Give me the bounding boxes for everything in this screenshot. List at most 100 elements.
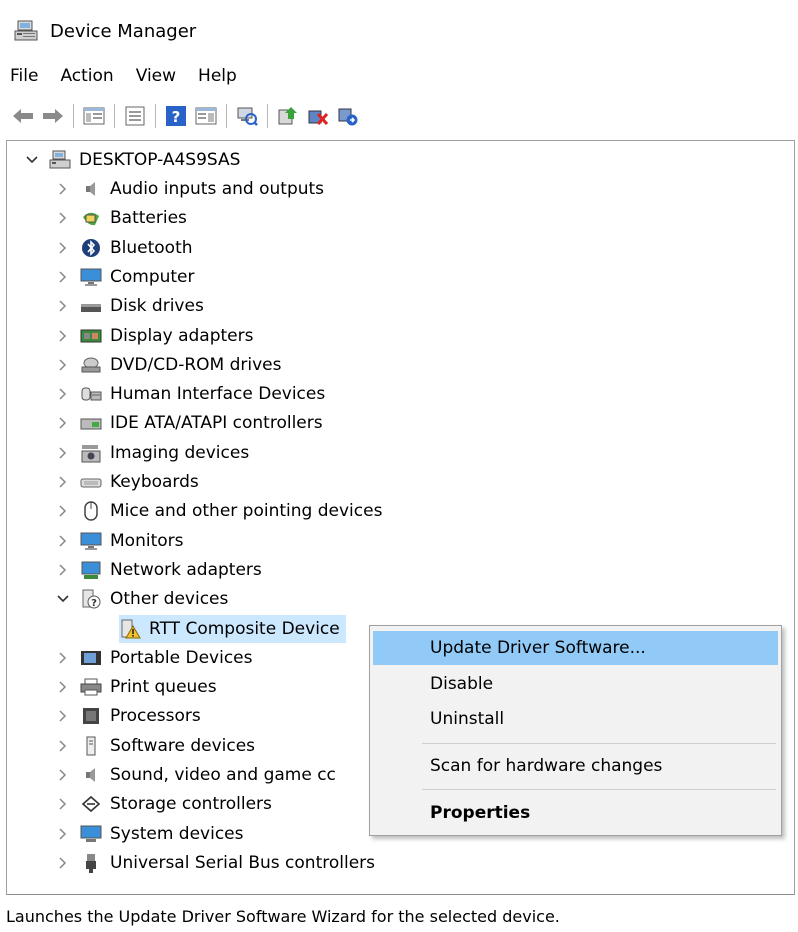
toolbar-separator xyxy=(267,104,268,128)
tree-item-label: Bluetooth xyxy=(110,238,193,258)
status-bar: Launches the Update Driver Software Wiza… xyxy=(0,900,798,932)
chevron-right-icon[interactable] xyxy=(56,680,70,694)
storage-controller-icon xyxy=(80,793,102,815)
chevron-right-icon[interactable] xyxy=(56,534,70,548)
menu-help[interactable]: Help xyxy=(198,66,237,86)
tree-category-item[interactable]: Audio inputs and outputs xyxy=(56,175,324,203)
chevron-right-icon[interactable] xyxy=(56,211,70,225)
context-item-uninstall[interactable]: Uninstall xyxy=(373,702,778,736)
context-item-properties[interactable]: Properties xyxy=(373,796,778,830)
context-item-update-driver[interactable]: Update Driver Software... xyxy=(373,631,778,665)
computer-root-icon xyxy=(49,149,71,171)
display-adapter-icon xyxy=(80,325,102,347)
tree-category-item[interactable]: Network adapters xyxy=(56,556,262,584)
chevron-right-icon[interactable] xyxy=(56,651,70,665)
chevron-right-icon[interactable] xyxy=(56,709,70,723)
forward-arrow-icon[interactable] xyxy=(40,103,66,129)
chevron-right-icon[interactable] xyxy=(56,329,70,343)
chevron-down-icon[interactable] xyxy=(25,153,39,167)
tree-category-item[interactable]: Print queues xyxy=(56,673,217,701)
tree-category-item[interactable]: Bluetooth xyxy=(56,234,193,262)
menu-file[interactable]: File xyxy=(10,66,38,86)
tree-item-label: System devices xyxy=(110,824,244,844)
tree-category-item[interactable]: ? Other devices xyxy=(56,585,228,613)
tree-item-label: Display adapters xyxy=(110,326,254,346)
tree-root[interactable]: DESKTOP-A4S9SAS xyxy=(25,146,240,174)
uninstall-device-icon[interactable] xyxy=(335,103,361,129)
chevron-right-icon[interactable] xyxy=(56,416,70,430)
menu-view[interactable]: View xyxy=(136,66,176,86)
show-hide-console-tree-icon[interactable] xyxy=(81,103,107,129)
speaker-icon xyxy=(80,764,102,786)
tree-item-label: Portable Devices xyxy=(110,648,253,668)
update-driver-icon[interactable] xyxy=(275,103,301,129)
speaker-icon xyxy=(80,178,102,200)
tree-category-item[interactable]: Sound, video and game cc xyxy=(56,761,336,789)
chevron-right-icon[interactable] xyxy=(56,241,70,255)
menu-action[interactable]: Action xyxy=(60,66,113,86)
tree-category-item[interactable]: Disk drives xyxy=(56,292,204,320)
context-item-scan-hardware[interactable]: Scan for hardware changes xyxy=(373,749,778,783)
bluetooth-icon xyxy=(80,237,102,259)
tree-category-item[interactable]: Portable Devices xyxy=(56,644,253,672)
tree-category-item[interactable]: Mice and other pointing devices xyxy=(56,497,382,525)
disable-device-icon[interactable] xyxy=(305,103,331,129)
tree-item-label: Imaging devices xyxy=(110,443,250,463)
scan-hardware-icon[interactable] xyxy=(234,103,260,129)
portable-device-icon xyxy=(80,647,102,669)
menu-bar: File Action View Help xyxy=(0,62,798,90)
chevron-right-icon[interactable] xyxy=(56,387,70,401)
tree-item-label: Disk drives xyxy=(110,296,204,316)
tree-item-label: DVD/CD-ROM drives xyxy=(110,355,282,375)
chevron-right-icon[interactable] xyxy=(56,797,70,811)
chevron-down-icon[interactable] xyxy=(56,592,70,606)
back-arrow-icon[interactable] xyxy=(10,103,36,129)
usb-icon xyxy=(80,852,102,874)
tree-category-item[interactable]: Computer xyxy=(56,263,195,291)
tree-category-item[interactable]: Software devices xyxy=(56,732,255,760)
disk-drive-icon xyxy=(80,295,102,317)
tree-category-item[interactable]: Universal Serial Bus controllers xyxy=(56,849,375,877)
chevron-right-icon[interactable] xyxy=(56,358,70,372)
properties-sheet-icon[interactable] xyxy=(122,103,148,129)
action-pane-icon[interactable] xyxy=(193,103,219,129)
tree-item-label: Universal Serial Bus controllers xyxy=(110,853,376,873)
keyboard-icon xyxy=(80,471,102,493)
tree-device-item[interactable]: RTT Composite Device xyxy=(119,615,346,643)
chevron-right-icon[interactable] xyxy=(56,182,70,196)
tree-item-label: Batteries xyxy=(110,208,187,228)
tree-item-label: Human Interface Devices xyxy=(110,384,326,404)
tree-category-item[interactable]: Monitors xyxy=(56,527,183,555)
help-icon[interactable]: ? xyxy=(163,103,189,129)
context-item-disable[interactable]: Disable xyxy=(373,667,778,701)
tree-category-item[interactable]: Imaging devices xyxy=(56,439,249,467)
tree-category-item[interactable]: System devices xyxy=(56,820,244,848)
tree-category-item[interactable]: Processors xyxy=(56,702,201,730)
chevron-right-icon[interactable] xyxy=(56,768,70,782)
dvd-drive-icon xyxy=(80,354,102,376)
chevron-right-icon[interactable] xyxy=(56,739,70,753)
tree-category-item[interactable]: Human Interface Devices xyxy=(56,380,325,408)
chevron-right-icon[interactable] xyxy=(56,299,70,313)
tree-category-item[interactable]: Display adapters xyxy=(56,322,253,350)
toolbar-separator xyxy=(114,104,115,128)
chevron-right-icon[interactable] xyxy=(56,856,70,870)
context-menu: Update Driver Software... Disable Uninst… xyxy=(369,625,782,836)
chevron-right-icon[interactable] xyxy=(56,475,70,489)
tree-item-label: Mice and other pointing devices xyxy=(110,501,383,521)
context-menu-separator xyxy=(422,743,776,744)
tree-category-item[interactable]: Storage controllers xyxy=(56,790,272,818)
chevron-right-icon[interactable] xyxy=(56,270,70,284)
mouse-icon xyxy=(80,500,102,522)
chevron-right-icon[interactable] xyxy=(56,446,70,460)
tree-category-item[interactable]: IDE ATA/ATAPI controllers xyxy=(56,409,323,437)
processor-icon xyxy=(80,705,102,727)
tree-category-item[interactable]: Keyboards xyxy=(56,468,199,496)
tree-category-item[interactable]: Batteries xyxy=(56,204,187,232)
printer-icon xyxy=(80,676,102,698)
tree-category-item[interactable]: DVD/CD-ROM drives xyxy=(56,351,281,379)
chevron-right-icon[interactable] xyxy=(56,563,70,577)
chevron-right-icon[interactable] xyxy=(56,504,70,518)
tree-item-label: Sound, video and game cc xyxy=(110,765,336,785)
chevron-right-icon[interactable] xyxy=(56,827,70,841)
